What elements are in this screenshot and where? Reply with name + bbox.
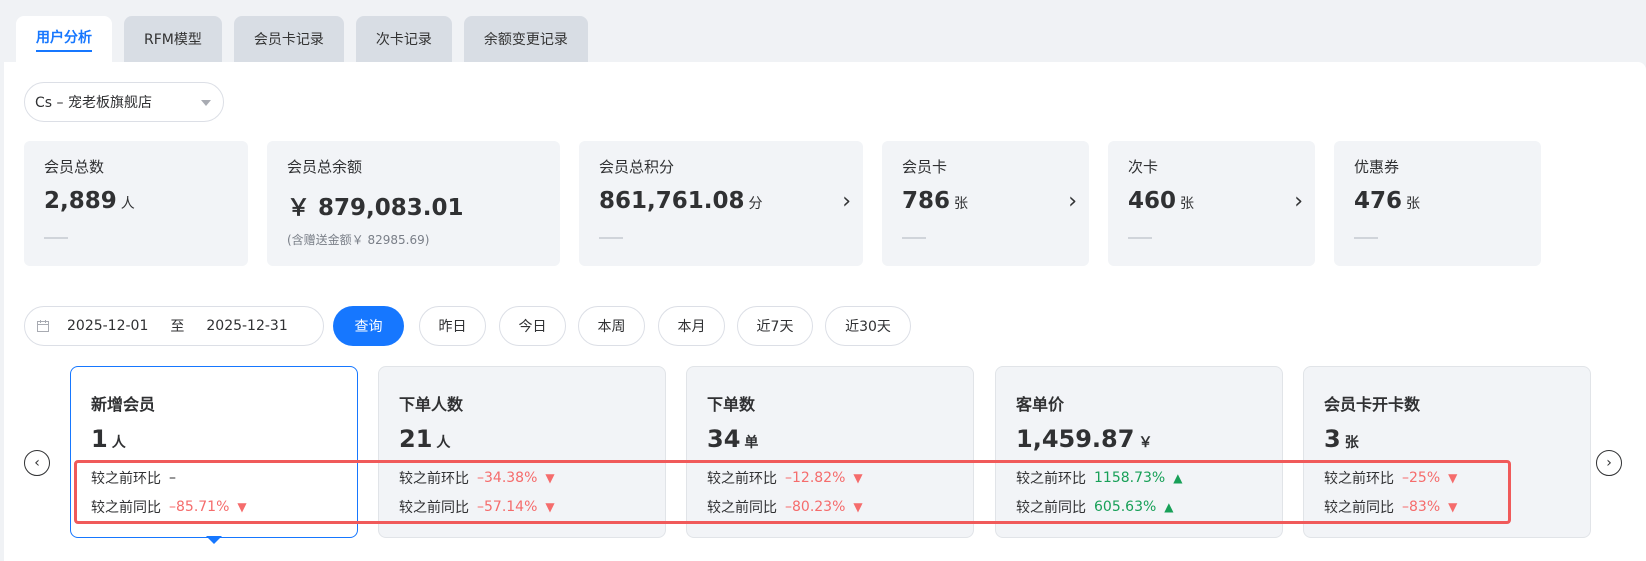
stat-value: 460 张 bbox=[1128, 188, 1195, 214]
carousel-prev-button[interactable]: ‹ bbox=[24, 450, 50, 476]
range-today-button[interactable]: 今日 bbox=[499, 306, 566, 346]
stat-label: 会员总积分 bbox=[599, 158, 675, 176]
metric-title: 下单人数 bbox=[399, 395, 464, 414]
stat-card-coupon: 优惠券 476 张 bbox=[1334, 141, 1541, 266]
metric-card-new-members[interactable]: 新增会员 1人 较之前环比 – 较之前同比 –85.71% ▼ bbox=[70, 366, 358, 538]
metric-value: 21 人 bbox=[399, 425, 451, 453]
range-last-30-days-button[interactable]: 近30天 bbox=[825, 306, 911, 346]
date-end[interactable]: 2025-12-31 bbox=[206, 318, 287, 334]
tab-bar: 用户分析 RFM模型 会员卡记录 次卡记录 余额变更记录 bbox=[16, 16, 588, 62]
query-button[interactable]: 查询 bbox=[333, 306, 404, 346]
range-yesterday-button[interactable]: 昨日 bbox=[419, 306, 486, 346]
arrow-up-icon: ▲ bbox=[1164, 500, 1174, 514]
date-start[interactable]: 2025-12-01 bbox=[67, 318, 148, 334]
chevron-right-icon[interactable]: › bbox=[842, 189, 851, 214]
range-this-month-button[interactable]: 本月 bbox=[658, 306, 725, 346]
date-range-picker[interactable]: 2025-12-01 至 2025-12-31 bbox=[24, 306, 324, 346]
metric-mom-row: 较之前环比 –25% ▼ bbox=[1324, 470, 1458, 487]
stat-dash bbox=[44, 237, 68, 239]
tab-rfm-model[interactable]: RFM模型 bbox=[124, 16, 222, 62]
stat-card-member-total: 会员总数 2,889 人 bbox=[24, 141, 248, 266]
metric-title: 客单价 bbox=[1016, 395, 1065, 414]
store-select[interactable]: Cs – 宠老板旗舰店 bbox=[24, 82, 224, 122]
stat-label: 会员卡 bbox=[902, 158, 948, 176]
metric-title: 会员卡开卡数 bbox=[1324, 395, 1421, 414]
stat-label: 优惠券 bbox=[1354, 158, 1400, 176]
chevron-right-icon[interactable]: › bbox=[1294, 189, 1303, 214]
metric-value: 1人 bbox=[91, 425, 126, 453]
stat-card-member-balance: 会员总余额 ￥ 879,083.01 (含赠送金额￥ 82985.69) bbox=[267, 141, 560, 266]
metric-yoy-row: 较之前同比 –83% ▼ bbox=[1324, 499, 1458, 516]
stat-label: 会员总数 bbox=[44, 158, 105, 176]
tab-label: 会员卡记录 bbox=[253, 32, 324, 48]
arrow-down-icon: ▼ bbox=[853, 471, 863, 485]
metric-yoy-row: 较之前同比 –80.23% ▼ bbox=[707, 499, 863, 516]
metric-mom-row: 较之前环比 1158.73% ▲ bbox=[1016, 470, 1183, 487]
date-separator: 至 bbox=[170, 319, 185, 335]
metric-mom-row: 较之前环比 – bbox=[91, 470, 176, 487]
chevron-right-icon: › bbox=[1606, 455, 1612, 471]
stat-label: 会员总余额 bbox=[287, 158, 363, 176]
metric-card-order-customers[interactable]: 下单人数 21 人 较之前环比 –34.38% ▼ 较之前同比 –57.14% ▼ bbox=[378, 366, 666, 538]
stat-dash bbox=[1354, 237, 1378, 239]
chevron-left-icon: ‹ bbox=[34, 455, 40, 471]
tab-count-card-records[interactable]: 次卡记录 bbox=[355, 16, 452, 62]
metric-value: 34 单 bbox=[707, 425, 759, 453]
metric-value: 1,459.87 ￥ bbox=[1016, 425, 1153, 453]
metric-yoy-row: 较之前同比 –57.14% ▼ bbox=[399, 499, 555, 516]
arrow-down-icon: ▼ bbox=[1448, 500, 1458, 514]
stat-label: 次卡 bbox=[1128, 158, 1159, 176]
arrow-up-icon: ▲ bbox=[1173, 471, 1183, 485]
calendar-icon bbox=[37, 320, 49, 332]
metric-yoy-row: 较之前同比 –85.71% ▼ bbox=[91, 499, 247, 516]
tab-balance-change-records[interactable]: 余额变更记录 bbox=[463, 16, 588, 62]
active-card-pointer bbox=[206, 536, 222, 544]
metric-title: 下单数 bbox=[707, 395, 756, 414]
store-select-value: Cs – 宠老板旗舰店 bbox=[35, 95, 152, 111]
range-this-week-button[interactable]: 本周 bbox=[578, 306, 645, 346]
stat-card-member-points[interactable]: 会员总积分 861,761.08 分 › bbox=[579, 141, 863, 266]
stat-value: ￥ 879,083.01 bbox=[287, 195, 464, 221]
tab-label: 次卡记录 bbox=[375, 32, 432, 48]
tab-label: 余额变更记录 bbox=[483, 32, 568, 48]
tab-label: RFM模型 bbox=[144, 32, 202, 48]
caret-down-icon bbox=[201, 100, 211, 106]
stat-value: 861,761.08 分 bbox=[599, 188, 763, 214]
arrow-down-icon: ▼ bbox=[853, 500, 863, 514]
stat-card-member-card[interactable]: 会员卡 786 张 › bbox=[882, 141, 1089, 266]
metric-card-member-card-opened[interactable]: 会员卡开卡数 3张 较之前环比 –25% ▼ 较之前同比 –83% ▼ bbox=[1303, 366, 1591, 538]
tab-user-analysis[interactable]: 用户分析 bbox=[16, 16, 112, 62]
metric-yoy-row: 较之前同比 605.63% ▲ bbox=[1016, 499, 1174, 516]
stat-value: 476 张 bbox=[1354, 188, 1421, 214]
carousel-next-button[interactable]: › bbox=[1596, 450, 1622, 476]
stat-dash bbox=[902, 237, 926, 239]
stat-card-count-card[interactable]: 次卡 460 张 › bbox=[1108, 141, 1315, 266]
metric-mom-row: 较之前环比 –12.82% ▼ bbox=[707, 470, 863, 487]
tab-label: 用户分析 bbox=[36, 27, 92, 52]
stat-note: (含赠送金额￥ 82985.69) bbox=[287, 233, 430, 247]
stat-value: 2,889 人 bbox=[44, 188, 135, 214]
stat-value: 786 张 bbox=[902, 188, 969, 214]
metric-card-order-count[interactable]: 下单数 34 单 较之前环比 –12.82% ▼ 较之前同比 –80.23% ▼ bbox=[686, 366, 974, 538]
metric-mom-row: 较之前环比 –34.38% ▼ bbox=[399, 470, 555, 487]
stat-dash bbox=[599, 237, 623, 239]
arrow-down-icon: ▼ bbox=[545, 500, 555, 514]
tab-member-card-records[interactable]: 会员卡记录 bbox=[233, 16, 344, 62]
metric-value: 3张 bbox=[1324, 425, 1359, 453]
metric-title: 新增会员 bbox=[91, 395, 156, 414]
arrow-down-icon: ▼ bbox=[237, 500, 247, 514]
range-last-7-days-button[interactable]: 近7天 bbox=[737, 306, 813, 346]
arrow-down-icon: ▼ bbox=[545, 471, 555, 485]
arrow-down-icon: ▼ bbox=[1448, 471, 1458, 485]
stat-dash bbox=[1128, 237, 1152, 239]
metric-card-avg-order-value[interactable]: 客单价 1,459.87 ￥ 较之前环比 1158.73% ▲ 较之前同比 605.63… bbox=[995, 366, 1283, 538]
chevron-right-icon[interactable]: › bbox=[1068, 189, 1077, 214]
